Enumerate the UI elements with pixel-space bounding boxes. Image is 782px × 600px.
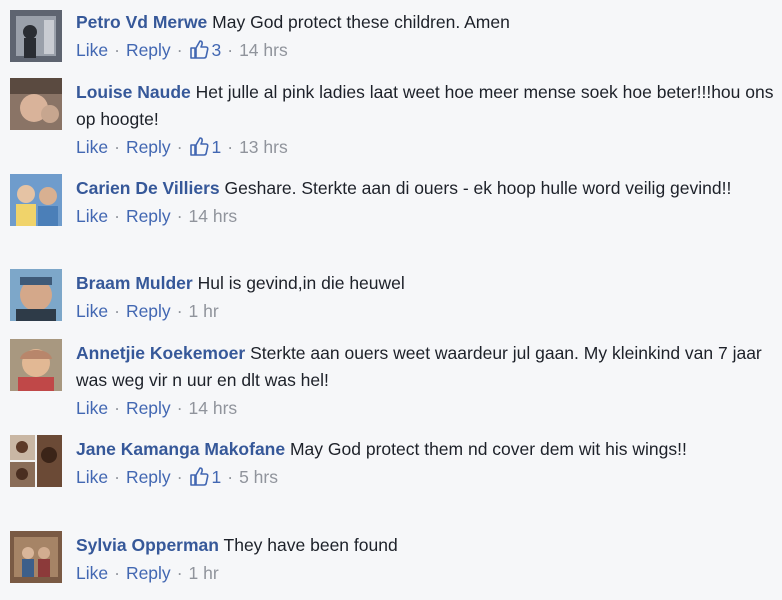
separator: ·	[114, 137, 120, 157]
comment-author[interactable]: Sylvia Opperman	[76, 535, 219, 555]
separator: ·	[176, 137, 183, 157]
comment-text: May God protect them nd cover dem wit hi…	[289, 439, 687, 459]
comment-text: They have been found	[223, 535, 398, 555]
comment-text: Geshare. Sterkte aan di ouers - ek hoop …	[224, 178, 732, 198]
comment-author[interactable]: Carien De Villiers	[76, 178, 220, 198]
like-link[interactable]: Like	[76, 467, 108, 487]
comment-timestamp[interactable]: 13 hrs	[239, 137, 288, 157]
reply-link[interactable]: Reply	[126, 301, 171, 321]
separator: ·	[227, 40, 234, 60]
comment-author[interactable]: Louise Naude	[76, 82, 191, 102]
avatar[interactable]	[10, 339, 62, 391]
separator: ·	[227, 137, 234, 157]
separator: ·	[176, 398, 183, 418]
thumbs-up-icon	[189, 137, 209, 156]
separator: ·	[114, 40, 120, 60]
like-count[interactable]: 1	[189, 467, 222, 487]
comment-timestamp[interactable]: 1 hr	[189, 301, 219, 321]
comment-text: Hul is gevind,in die heuwel	[197, 273, 405, 293]
like-count[interactable]: 1	[189, 137, 222, 157]
thumbs-up-icon	[189, 40, 209, 59]
reply-link[interactable]: Reply	[126, 206, 171, 226]
comment-author[interactable]: Braam Mulder	[76, 273, 193, 293]
like-link[interactable]: Like	[76, 206, 108, 226]
avatar[interactable]	[10, 269, 62, 321]
separator: ·	[176, 40, 183, 60]
like-link[interactable]: Like	[76, 301, 108, 321]
comment-timestamp[interactable]: 5 hrs	[239, 467, 278, 487]
comment-timestamp[interactable]: 14 hrs	[189, 398, 238, 418]
like-link[interactable]: Like	[76, 563, 108, 583]
like-count-value: 1	[211, 137, 222, 157]
separator: ·	[114, 467, 120, 487]
separator: ·	[114, 563, 120, 583]
comment-text: May God protect these children. Amen	[212, 12, 510, 32]
comment-timestamp[interactable]: 14 hrs	[189, 206, 238, 226]
like-count-value: 3	[211, 40, 222, 60]
like-count[interactable]: 3	[189, 40, 222, 60]
avatar[interactable]	[10, 174, 62, 226]
comment-timestamp[interactable]: 14 hrs	[239, 40, 288, 60]
separator: ·	[114, 206, 120, 226]
reply-link[interactable]: Reply	[126, 40, 171, 60]
avatar[interactable]	[10, 78, 62, 130]
reply-link[interactable]: Reply	[126, 137, 171, 157]
like-count-value: 1	[211, 467, 222, 487]
comment-timestamp[interactable]: 1 hr	[189, 563, 219, 583]
reply-link[interactable]: Reply	[126, 467, 171, 487]
separator: ·	[114, 301, 120, 321]
like-link[interactable]: Like	[76, 137, 108, 157]
separator: ·	[176, 301, 183, 321]
reply-link[interactable]: Reply	[126, 398, 171, 418]
separator: ·	[114, 398, 120, 418]
comment-author[interactable]: Petro Vd Merwe	[76, 12, 207, 32]
reply-link[interactable]: Reply	[126, 563, 171, 583]
separator: ·	[227, 467, 234, 487]
avatar[interactable]	[10, 435, 62, 487]
comment-author[interactable]: Annetjie Koekemoer	[76, 343, 245, 363]
like-link[interactable]: Like	[76, 398, 108, 418]
comment-author[interactable]: Jane Kamanga Makofane	[76, 439, 285, 459]
separator: ·	[176, 206, 183, 226]
separator: ·	[176, 467, 183, 487]
like-link[interactable]: Like	[76, 40, 108, 60]
avatar[interactable]	[10, 531, 62, 583]
thumbs-up-icon	[189, 467, 209, 486]
avatar[interactable]	[10, 10, 62, 62]
separator: ·	[176, 563, 183, 583]
